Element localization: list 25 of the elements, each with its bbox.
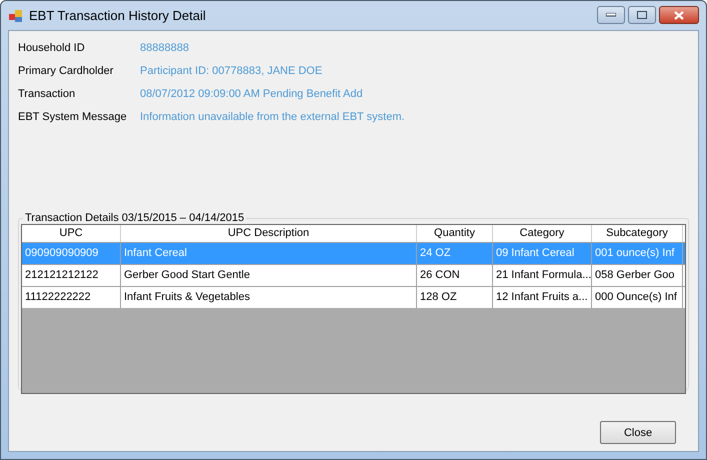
maximize-button[interactable]	[628, 6, 656, 24]
table-cell: 12 Infant Fruits a...	[493, 287, 592, 308]
table-cell: 128 OZ	[417, 287, 493, 308]
table-row[interactable]: 212121212122 Gerber Good Start Gentle 26 CON 21 Infant Formula... 058 Gerber Goo	[22, 264, 685, 286]
field-value: 88888888	[140, 42, 189, 54]
close-button[interactable]	[659, 6, 699, 24]
field-label: Transaction	[18, 88, 76, 100]
group-title: Transaction Details 03/15/2015 – 04/14/2015	[24, 212, 246, 224]
table-cell: Infant Fruits & Vegetables	[121, 287, 417, 308]
minimize-button[interactable]	[597, 6, 625, 24]
field-label: Primary Cardholder	[18, 64, 114, 76]
field-value: Information unavailable from the external EBT system.	[140, 110, 405, 122]
field-label: EBT System Message	[18, 110, 128, 122]
field-label: Household ID	[18, 42, 86, 54]
window-title: EBT Transaction History Detail	[29, 8, 206, 23]
close-icon	[674, 10, 684, 20]
table-cell: 11122222222	[22, 287, 121, 308]
maximize-icon	[637, 11, 647, 19]
field-value: 08/07/2012 09:09:00 AM Pending Benefit Add	[140, 88, 363, 100]
field-value: Participant ID: 00778883, JANE DOE	[140, 64, 322, 76]
table-row[interactable]: 11122222222 Infant Fruits & Vegetables 128 OZ 12 Infant Fruits a... 000 Ounce(s) Inf	[22, 286, 685, 308]
app-icon	[9, 8, 23, 22]
close-button[interactable]: Close	[600, 421, 676, 444]
table-cell: 000 Ounce(s) Inf	[592, 287, 683, 308]
minimize-icon	[606, 13, 616, 17]
